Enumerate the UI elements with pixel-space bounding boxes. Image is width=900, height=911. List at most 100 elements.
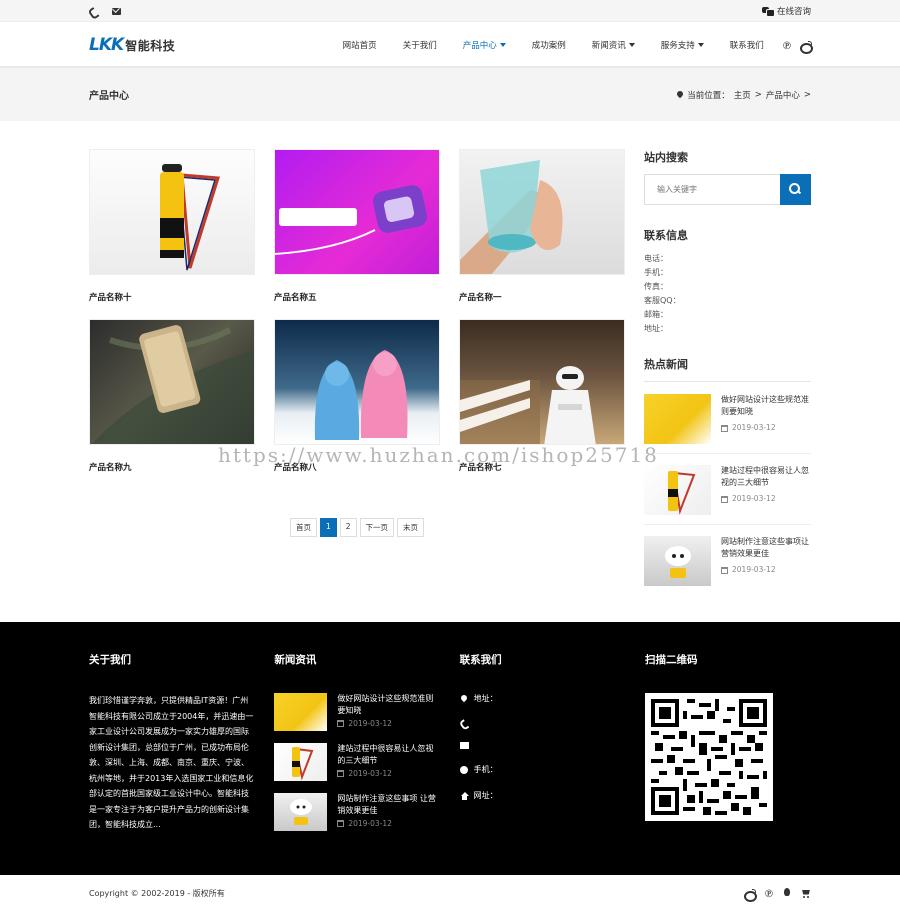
news-date: 2019-03-12: [732, 494, 776, 503]
weibo-icon[interactable]: [743, 888, 757, 902]
calendar-icon: [337, 720, 345, 727]
footer-news-item[interactable]: 做好网站设计这些规范准则要知晓 2019-03-12: [274, 693, 440, 731]
nav-label: 联系我们: [729, 41, 764, 51]
footer-qr-title: 扫描二维码: [644, 654, 698, 666]
search-button[interactable]: [780, 174, 811, 205]
mail-icon[interactable]: [112, 7, 121, 15]
footer-contact: 联系我们 地址： 手机： 网址：: [459, 652, 626, 843]
footer-contact-phone: [460, 719, 626, 727]
product-card[interactable]: 产品名称一: [459, 149, 625, 319]
nav-news[interactable]: 新闻资讯: [579, 39, 648, 51]
nav-support[interactable]: 服务支持: [648, 39, 717, 51]
footer-news: 新闻资讯 做好网站设计这些规范准则要知晓 2019-03-12 建站过程中很容易…: [274, 652, 440, 843]
nav-label: 成功案例: [531, 41, 566, 51]
page-next[interactable]: 下一页: [359, 518, 395, 537]
contact-address: 地址：: [644, 324, 668, 333]
caret-down-icon: [697, 43, 704, 47]
footer-news-item[interactable]: 建站过程中很容易让人忽视的三大细节 2019-03-12: [274, 743, 440, 781]
nav-label: 产品中心: [462, 41, 497, 51]
qr-code-image: [644, 693, 773, 821]
page-1[interactable]: 1: [319, 518, 337, 537]
product-card[interactable]: 产品名称十: [89, 149, 255, 319]
breadcrumb-home[interactable]: 主页: [734, 89, 751, 101]
news-thumbnail[interactable]: [644, 394, 711, 444]
qr-code-graphic: [650, 699, 767, 815]
page-2[interactable]: 2: [339, 518, 357, 537]
hot-news-item[interactable]: 建站过程中很容易让人忽视的三大细节 2019-03-12: [644, 465, 811, 525]
cart-icon[interactable]: [801, 889, 811, 898]
footer-contact-address: 地址：: [460, 693, 626, 704]
nav-label: 网站首页: [342, 41, 377, 51]
nav-contact[interactable]: 联系我们: [717, 39, 777, 51]
product-image[interactable]: [459, 319, 625, 445]
nav-products[interactable]: 产品中心: [450, 39, 519, 51]
news-title[interactable]: 网站制作注意这些事项让营销效果更佳: [721, 537, 809, 558]
news-date: 2019-03-12: [348, 719, 392, 728]
footer-about-text: 我们珍惜谨学奔敦，只提供精品IT资源！广州智能科技有限公司成立于2004年，并迅…: [89, 696, 254, 829]
news-thumbnail[interactable]: [644, 465, 711, 515]
product-card[interactable]: 产品名称七: [459, 319, 625, 489]
news-thumbnail[interactable]: [274, 793, 328, 831]
product-card[interactable]: 产品名称九: [89, 319, 255, 489]
online-consult-link[interactable]: 在线咨询: [761, 5, 811, 17]
product-card[interactable]: 产品名称八: [274, 319, 440, 489]
news-title[interactable]: 建站过程中很容易让人忽视的三大细节: [337, 743, 440, 767]
product-image[interactable]: [274, 149, 440, 275]
nav-label: 关于我们: [402, 41, 437, 51]
pinterest-icon[interactable]: ℗: [765, 888, 773, 899]
weibo-icon[interactable]: [800, 40, 813, 54]
news-thumbnail[interactable]: [274, 743, 328, 781]
calendar-icon: [721, 424, 728, 432]
product-name[interactable]: 产品名称五: [274, 291, 440, 303]
caret-down-icon: [499, 43, 506, 47]
product-name[interactable]: 产品名称九: [89, 461, 255, 473]
footer-news-item[interactable]: 网站制作注意这些事项 让营销效果更佳 2019-03-12: [274, 793, 440, 831]
product-image[interactable]: [274, 319, 440, 445]
news-date: 2019-03-12: [732, 565, 776, 574]
hot-news-item[interactable]: 网站制作注意这些事项让营销效果更佳 2019-03-12: [644, 536, 811, 595]
news-title[interactable]: 做好网站设计这些规范准则要知晓: [721, 395, 809, 416]
calendar-icon: [337, 770, 345, 777]
product-image[interactable]: [89, 319, 255, 445]
news-title[interactable]: 网站制作注意这些事项 让营销效果更佳: [337, 793, 440, 817]
phone-icon: [460, 719, 468, 727]
hot-news-list: 做好网站设计这些规范准则要知晓 2019-03-12 建站过程中很容易让人忽视的…: [644, 381, 811, 595]
product-name[interactable]: 产品名称七: [459, 461, 625, 473]
contact-title: 联系信息: [644, 229, 688, 242]
hot-news-item[interactable]: 做好网站设计这些规范准则要知晓 2019-03-12: [644, 394, 811, 454]
product-card[interactable]: 产品名称五: [274, 149, 440, 319]
product-name[interactable]: 产品名称八: [274, 461, 440, 473]
sidebar: 站内搜索 联系信息 电话： 手机： 传真： 客服QQ： 邮箱： 地址： 热点新闻…: [644, 149, 811, 606]
qq-icon[interactable]: [783, 888, 791, 898]
footer-contact-mobile: 手机：: [459, 764, 626, 775]
product-name[interactable]: 产品名称十: [89, 291, 255, 303]
product-image[interactable]: [459, 149, 625, 275]
news-thumbnail[interactable]: [644, 536, 711, 586]
calendar-icon: [337, 820, 345, 827]
breadcrumb-current[interactable]: 产品中心: [766, 89, 800, 101]
copyright: Copyright © 2002-2019 - 版权所有: [89, 888, 225, 898]
contact-fax: 传真：: [644, 282, 668, 291]
product-image[interactable]: [89, 149, 255, 275]
logo-text: 智能科技: [125, 38, 176, 53]
news-title[interactable]: 建站过程中很容易让人忽视的三大细节: [721, 466, 809, 487]
product-name[interactable]: 产品名称一: [459, 291, 625, 303]
calendar-icon: [721, 566, 728, 574]
bottom-bar: Copyright © 2002-2019 - 版权所有 ℗: [0, 875, 900, 911]
nav-cases[interactable]: 成功案例: [519, 39, 579, 51]
search-input[interactable]: [644, 174, 780, 205]
contact-info: 电话： 手机： 传真： 客服QQ： 邮箱： 地址：: [644, 252, 811, 336]
news-date: 2019-03-12: [732, 423, 776, 432]
page-first[interactable]: 首页: [289, 518, 317, 537]
logo[interactable]: LKK 智能科技: [89, 35, 175, 55]
phone-icon[interactable]: [89, 7, 98, 16]
page-last[interactable]: 末页: [397, 518, 425, 537]
news-thumbnail[interactable]: [274, 693, 328, 731]
news-title[interactable]: 做好网站设计这些规范准则要知晓: [337, 693, 440, 717]
nav-home[interactable]: 网站首页: [330, 39, 390, 51]
chat-icon: [761, 7, 775, 17]
contact-label: 地址：: [473, 694, 498, 703]
nav-about[interactable]: 关于我们: [390, 39, 450, 51]
pinterest-icon[interactable]: ℗: [783, 40, 791, 51]
footer-contact-website: 网址：: [460, 790, 626, 801]
